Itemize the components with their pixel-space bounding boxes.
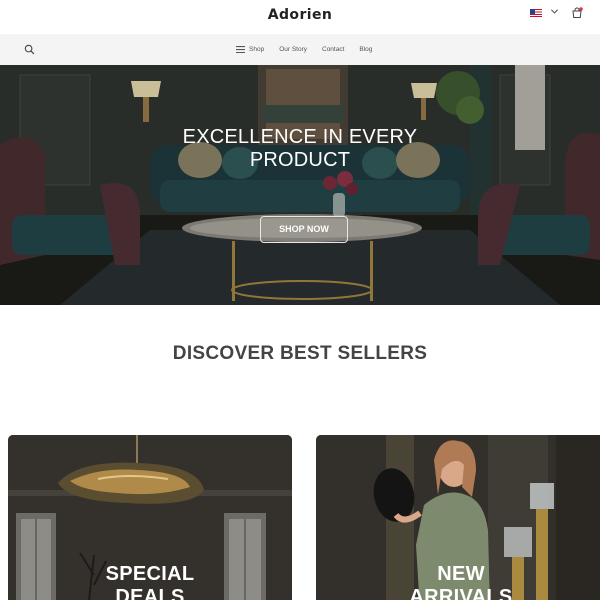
best-sellers-heading: DISCOVER BEST SELLERS	[172, 343, 428, 364]
top-header: Adorien	[0, 0, 600, 34]
nav-label: Shop	[249, 46, 265, 53]
search-icon[interactable]	[24, 44, 35, 55]
nav-item-contact[interactable]: Contact	[322, 46, 344, 53]
hero-title-line-1: EXCELLENCE IN EVERY	[182, 126, 418, 148]
special-deals-card[interactable]: SPECIAL DEALS	[8, 435, 292, 600]
special-deals-label: SPECIAL DEALS	[8, 563, 292, 600]
shop-now-button[interactable]: SHOP NOW	[260, 216, 348, 243]
nav-label: Our Story	[279, 46, 307, 53]
nav-item-shop[interactable]: Shop	[236, 46, 264, 53]
chevron-down-icon[interactable]	[550, 7, 559, 16]
nav-label: Contact	[322, 46, 345, 53]
menu-icon	[236, 46, 245, 53]
cart-icon[interactable]	[571, 7, 583, 19]
new-arrivals-card[interactable]: NEW ARRIVALS	[316, 435, 600, 600]
card-label-line-1: SPECIAL	[105, 563, 195, 585]
card-label-line-1: NEW	[437, 563, 485, 585]
nav-label: Blog	[359, 46, 373, 53]
main-nav: Shop Our Story Contact Blog	[236, 34, 387, 65]
nav-item-our-story[interactable]: Our Story	[279, 46, 307, 53]
new-arrivals-label: NEW ARRIVALS	[316, 563, 600, 600]
hero-background-image	[0, 65, 600, 305]
nav-item-blog[interactable]: Blog	[359, 46, 372, 53]
navigation-bar: Shop Our Story Contact Blog	[0, 34, 600, 65]
hero-banner: EXCELLENCE IN EVERY PRODUCT SHOP NOW	[0, 65, 600, 305]
card-label-line-2: ARRIVALS	[409, 586, 513, 600]
brand-logo[interactable]: Adorien	[0, 7, 600, 23]
card-label-line-2: DEALS	[115, 586, 185, 600]
hero-title-line-2: PRODUCT	[249, 149, 351, 171]
hero-title: EXCELLENCE IN EVERY PRODUCT	[150, 126, 450, 172]
us-flag-icon[interactable]	[530, 9, 542, 17]
